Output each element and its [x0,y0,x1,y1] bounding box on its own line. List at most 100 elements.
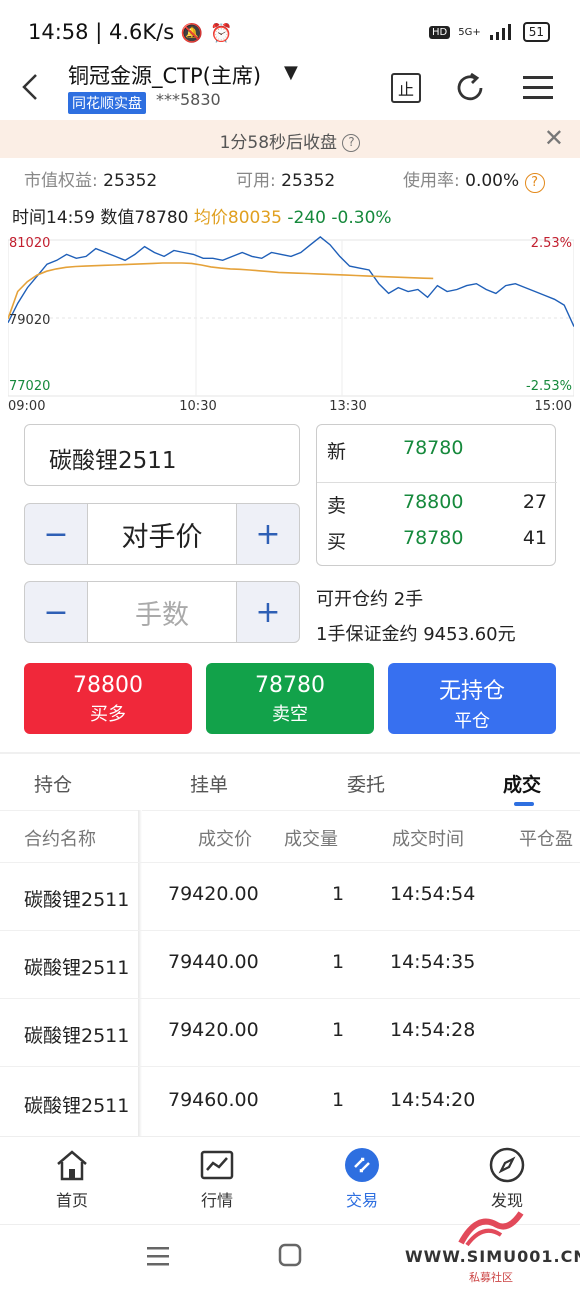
openable-info: 可开仓约 2手 [316,585,423,611]
back-icon[interactable] [20,72,40,109]
network-label: 5G+ [458,26,481,38]
openable-label: 可开仓约 [316,589,388,610]
qty-minus-button[interactable]: − [25,582,87,642]
cell-volume: 1 [332,1089,345,1111]
available-value: 25352 [281,171,336,191]
equity-label: 市值权益: [24,171,98,191]
nav-market-label: 行情 [200,1191,233,1210]
price-stepper: − 对手价 + [24,503,300,565]
close-position-status: 无持仓 [438,679,505,704]
tab-positions[interactable]: 持仓 [34,770,72,797]
quote-panel: 新 78780 卖 78800 27 买 78780 41 [316,424,557,566]
col-volume: 成交量 [284,829,338,850]
cell-contract: 碳酸锂2511 [24,1095,130,1117]
status-bar: 14:58 | 4.6K/s 🔕 ⏰ HD 5G+ 51 [0,0,580,64]
nav-discover[interactable]: 发现 [462,1147,552,1211]
close-icon[interactable]: ✕ [544,124,564,152]
symbol-selector[interactable]: 碳酸锂2511 [24,424,300,486]
recent-apps-icon[interactable] [146,1245,170,1267]
home-system-icon[interactable] [278,1243,302,1267]
hd-badge: HD [428,25,451,39]
cell-volume: 1 [332,1019,345,1041]
nav-trade-label: 交易 [345,1191,378,1210]
price-plus-button[interactable]: + [237,504,299,564]
chevron-down-icon[interactable]: ▼ [284,62,298,83]
cell-volume: 1 [332,883,345,905]
openable-value: 2手 [393,589,424,610]
buy-long-button[interactable]: 78800 买多 [24,663,192,734]
intraday-chart[interactable]: 81020 79020 77020 2.53% -2.53% 09:00 10:30 13:3… [8,230,574,412]
battery-icon: 51 [522,22,550,42]
close-notice-banner: 1分58秒后收盘 ? ✕ [0,120,580,158]
cell-time: 14:54:54 [390,883,476,905]
cell-time: 14:54:20 [390,1089,476,1111]
stop-loss-button[interactable]: 止 [386,68,426,108]
buy-long-label: 买多 [90,704,126,725]
menu-button[interactable] [518,68,558,108]
help-icon[interactable]: ? [342,134,361,152]
chart-time: 时间14:59 [12,208,95,228]
sell-short-button[interactable]: 78780 卖空 [206,663,374,734]
quote-ask-row[interactable]: 卖 78800 27 [317,481,557,521]
nav-market[interactable]: 行情 [172,1147,262,1211]
table-row[interactable]: 碳酸锂2511 79460.00 1 14:54:20 [0,1066,580,1134]
x-tick-label: 15:00 [535,399,572,412]
y-tick-label-pct: -2.53% [526,379,572,394]
table-row[interactable]: 碳酸锂2511 79420.00 1 14:54:54 [0,862,580,930]
mute-icon: 🔕 [180,23,204,44]
cell-volume: 1 [332,951,345,973]
cell-price: 79420.00 [168,1019,259,1041]
y-tick-label: 81020 [9,236,50,251]
chart-avg: 均价80035 [193,208,282,228]
ask-label: 卖 [327,495,347,517]
usage-label: 使用率: [403,171,460,191]
close-position-button[interactable]: 无持仓 平仓 [388,663,556,734]
buy-long-price: 78800 [73,673,143,698]
qty-plus-button[interactable]: + [237,582,299,642]
status-right: HD 5G+ 51 [428,22,550,42]
quote-bid-row[interactable]: 买 78780 41 [317,517,557,557]
tab-pending[interactable]: 挂单 [190,770,228,797]
nav-trade[interactable]: 交易 [317,1147,407,1211]
divider [0,752,580,754]
price-minus-button[interactable]: − [25,504,87,564]
quantity-input[interactable]: 手数 [87,582,237,642]
refresh-button[interactable] [450,68,490,108]
price-mode-field[interactable]: 对手价 [87,504,237,564]
col-time: 成交时间 [392,829,464,850]
table-row[interactable]: 碳酸锂2511 79420.00 1 14:54:28 [0,998,580,1066]
close-position-label: 平仓 [454,711,490,732]
menu-icon [523,76,553,99]
header: 铜冠金源_CTP(主席) ▼ 同花顺实盘 ***5830 止 [0,56,580,120]
alarm-icon: ⏰ [209,23,233,44]
account-number: ***5830 [156,90,221,109]
chart-icon [199,1147,235,1183]
sell-short-price: 78780 [255,673,325,698]
equity-value: 25352 [103,171,158,191]
col-contract: 合约名称 [24,829,96,850]
signal-icon [489,24,511,40]
info-icon[interactable]: ? [524,173,545,193]
broker-badge: 同花顺实盘 [68,92,146,114]
watermark-sub: 私募社区 [469,1271,513,1284]
tab-trades[interactable]: 成交 [503,770,541,797]
price-line [8,236,574,327]
cell-price: 79420.00 [168,883,259,905]
watermark-logo [458,1211,524,1247]
cell-time: 14:54:28 [390,1019,476,1041]
tab-orders[interactable]: 委托 [347,770,385,797]
chart-change-pct: -0.30% [331,208,392,228]
x-tick-label: 13:30 [329,399,366,412]
table-row[interactable]: 碳酸锂2511 79440.00 1 14:54:35 [0,930,580,998]
x-tick-label: 10:30 [179,399,216,412]
y-tick-label: 77020 [9,379,50,394]
last-label: 新 [327,441,347,463]
bid-volume: 41 [522,527,547,549]
margin-info: 1手保证金约 9453.60元 [316,620,516,646]
nav-home[interactable]: 首页 [27,1147,117,1211]
cell-price: 79460.00 [168,1089,259,1111]
ask-price: 78800 [403,491,464,513]
page-title[interactable]: 铜冠金源_CTP(主席) [68,60,261,90]
chart-value: 数值78780 [100,208,189,228]
watermark-site: WWW.SIMU001.CN [405,1247,580,1266]
